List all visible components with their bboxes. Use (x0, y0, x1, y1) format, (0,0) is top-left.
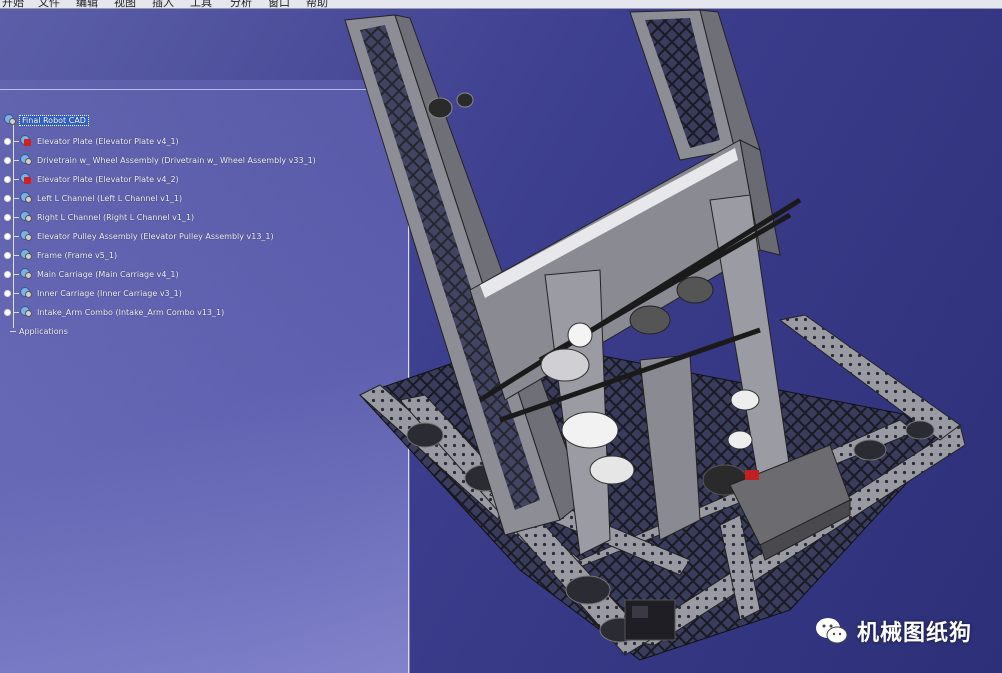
expand-toggle[interactable] (4, 289, 11, 297)
product-icon (20, 230, 32, 242)
product-icon (20, 211, 32, 223)
product-icon (20, 306, 32, 318)
robot-3d-model[interactable] (0, 0, 1002, 673)
expand-toggle[interactable] (4, 137, 11, 145)
tree-node[interactable]: Intake_Arm Combo (Intake_Arm Combo v13_1… (4, 304, 226, 320)
expand-toggle[interactable] (4, 175, 11, 183)
expand-toggle[interactable] (4, 232, 11, 240)
tree-node-label[interactable]: Main Carriage (Main Carriage v4_1) (35, 270, 181, 279)
tree-node-label[interactable]: Intake_Arm Combo (Intake_Arm Combo v13_1… (35, 308, 226, 317)
product-icon (20, 154, 32, 166)
part-update-icon (20, 173, 32, 185)
tree-node[interactable]: Frame (Frame v5_1) (4, 247, 119, 263)
tree-node-label[interactable]: Applications (17, 327, 70, 336)
tree-connector (13, 235, 19, 237)
tree-node[interactable]: Elevator Pulley Assembly (Elevator Pulle… (4, 228, 276, 244)
tree-node[interactable]: Main Carriage (Main Carriage v4_1) (4, 266, 181, 282)
tree-connector (13, 197, 19, 199)
watermark: 机械图纸狗 (815, 615, 972, 647)
tree-node-applications[interactable]: Applications (10, 323, 70, 339)
tree-connector (10, 330, 16, 332)
tree-node[interactable]: Inner Carriage (Inner Carriage v3_1) (4, 285, 184, 301)
tree-node-label[interactable]: Elevator Pulley Assembly (Elevator Pulle… (35, 232, 276, 241)
product-icon (20, 287, 32, 299)
product-icon (20, 249, 32, 261)
tree-connector (13, 159, 19, 161)
tree-connector (13, 254, 19, 256)
tree-connector (13, 178, 19, 180)
tree-root-label[interactable]: Final Robot CAD (19, 114, 89, 126)
watermark-text: 机械图纸狗 (856, 621, 972, 646)
product-icon (20, 192, 32, 204)
expand-toggle[interactable] (4, 251, 11, 259)
expand-toggle[interactable] (4, 270, 11, 278)
tree-connector (13, 216, 19, 218)
tree-connector (13, 140, 19, 142)
tree-node-label[interactable]: Frame (Frame v5_1) (35, 251, 119, 260)
tree-node-label[interactable]: Elevator Plate (Elevator Plate v4_1) (35, 137, 181, 146)
tree-connector (13, 273, 19, 275)
part-update-icon (20, 135, 32, 147)
product-icon (4, 114, 16, 126)
product-icon (20, 268, 32, 280)
tree-node-label[interactable]: Right L Channel (Right L Channel v1_1) (35, 213, 196, 222)
elevator-tower-right (629, 9, 761, 161)
expand-toggle[interactable] (4, 194, 11, 202)
tree-node[interactable]: Right L Channel (Right L Channel v1_1) (4, 209, 196, 225)
tree-node[interactable]: Left L Channel (Left L Channel v1_1) (4, 190, 184, 206)
tree-node-label[interactable]: Inner Carriage (Inner Carriage v3_1) (35, 289, 184, 298)
tree-connector (13, 292, 19, 294)
tree-node[interactable]: Elevator Plate (Elevator Plate v4_2) (4, 171, 181, 187)
tree-node-label[interactable]: Elevator Plate (Elevator Plate v4_2) (35, 175, 181, 184)
tree-root[interactable]: Final Robot CAD (4, 112, 89, 128)
tree-node-label[interactable]: Drivetrain w_ Wheel Assembly (Drivetrain… (35, 156, 318, 165)
expand-toggle[interactable] (4, 308, 11, 316)
tree-node[interactable]: Elevator Plate (Elevator Plate v4_1) (4, 133, 181, 149)
tree-connector (13, 311, 19, 313)
tree-node-label[interactable]: Left L Channel (Left L Channel v1_1) (35, 194, 184, 203)
wechat-icon (815, 618, 848, 644)
expand-toggle[interactable] (4, 213, 11, 221)
electronics-module (624, 599, 676, 641)
tree-node[interactable]: Drivetrain w_ Wheel Assembly (Drivetrain… (4, 152, 318, 168)
expand-toggle[interactable] (4, 156, 11, 164)
